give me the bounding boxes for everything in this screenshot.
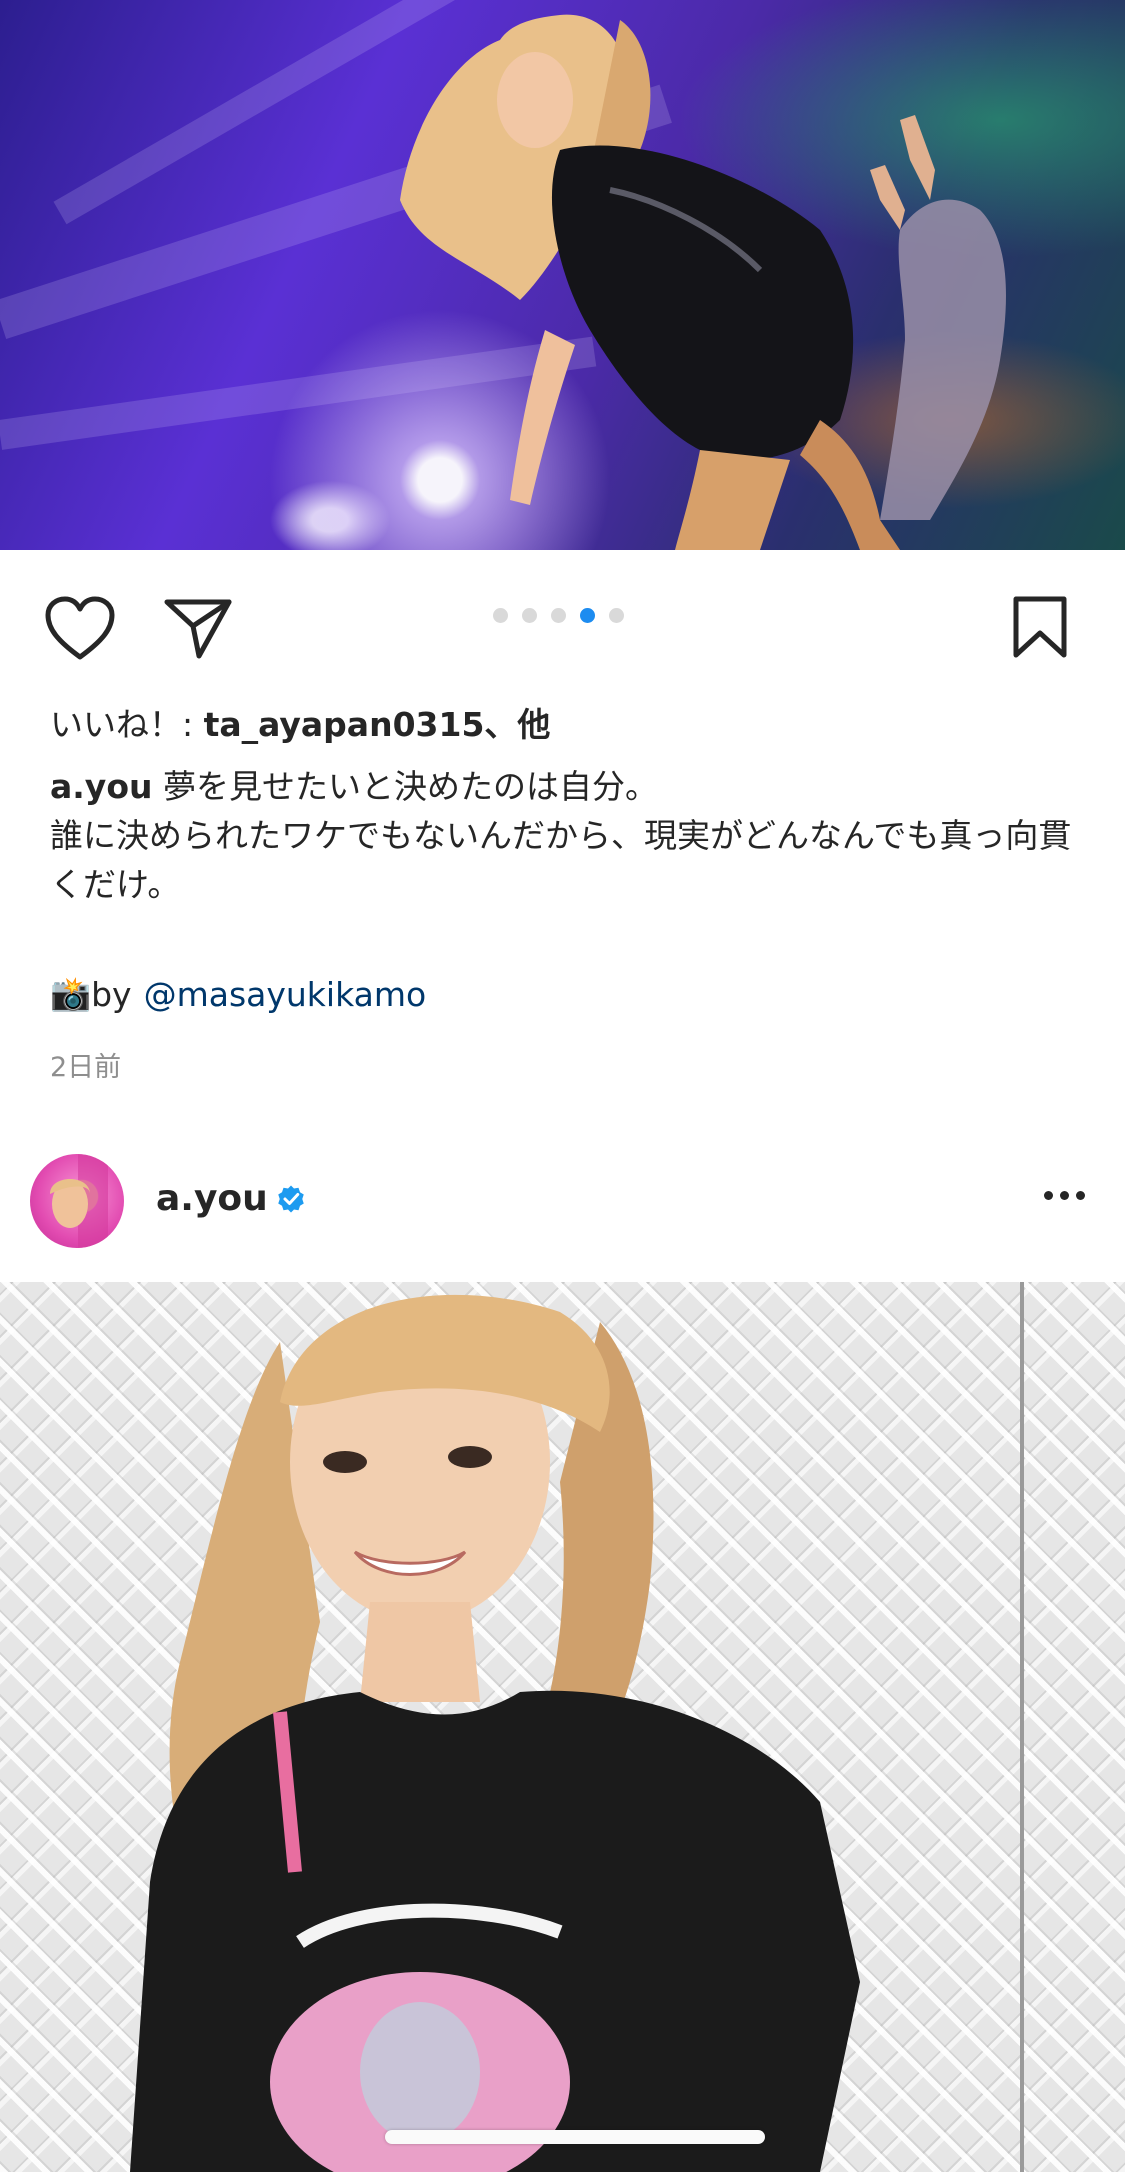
- heart-icon[interactable]: [38, 590, 122, 666]
- caption-username[interactable]: a.you: [50, 767, 152, 806]
- mention-link[interactable]: @masayukikamo: [144, 975, 427, 1014]
- likes-summary[interactable]: いいね！: ta_ayapan0315、他: [50, 698, 550, 746]
- paper-plane-icon[interactable]: [160, 590, 236, 666]
- performer-illustration: [400, 14, 1006, 550]
- post-author-username[interactable]: a.you: [156, 1178, 268, 1219]
- person-illustration: [130, 1294, 860, 2172]
- credit-by: by: [91, 974, 132, 1014]
- post-timestamp: 2日前: [50, 1052, 122, 1083]
- more-dots-icon[interactable]: [1044, 1191, 1085, 1200]
- photo-credit: 📸 by @masayukikamo: [50, 974, 426, 1014]
- avatar[interactable]: [30, 1154, 124, 1248]
- carousel-dot: [609, 608, 624, 623]
- carousel-dot-active: [580, 608, 595, 623]
- home-indicator[interactable]: [385, 2130, 765, 2144]
- caption-line-2: 誰に決められたワケでもないんだから、現実がどんなんでも真っ向貫くだけ。: [50, 816, 1072, 904]
- carousel-dot: [551, 608, 566, 623]
- verified-badge-icon: [278, 1185, 304, 1213]
- carousel-dot: [522, 608, 537, 623]
- likes-suffix: 、他: [484, 705, 551, 744]
- carousel-indicator: [493, 608, 624, 624]
- post-photo-portrait[interactable]: [0, 1282, 1125, 2172]
- post-caption: a.you 夢を見せたいと決めたのは自分。 誰に決められたワケでもないんだから、…: [50, 762, 1090, 909]
- likes-username[interactable]: ta_ayapan0315: [204, 705, 485, 744]
- caption-line-1: 夢を見せたいと決めたのは自分。: [162, 767, 658, 806]
- carousel-dot: [493, 608, 508, 623]
- camera-emoji: 📸: [50, 974, 92, 1013]
- post-header: a.you: [0, 1146, 1125, 1256]
- post-photo-concert[interactable]: [0, 0, 1125, 550]
- likes-prefix: いいね！:: [50, 705, 204, 744]
- bookmark-icon[interactable]: [1000, 588, 1080, 668]
